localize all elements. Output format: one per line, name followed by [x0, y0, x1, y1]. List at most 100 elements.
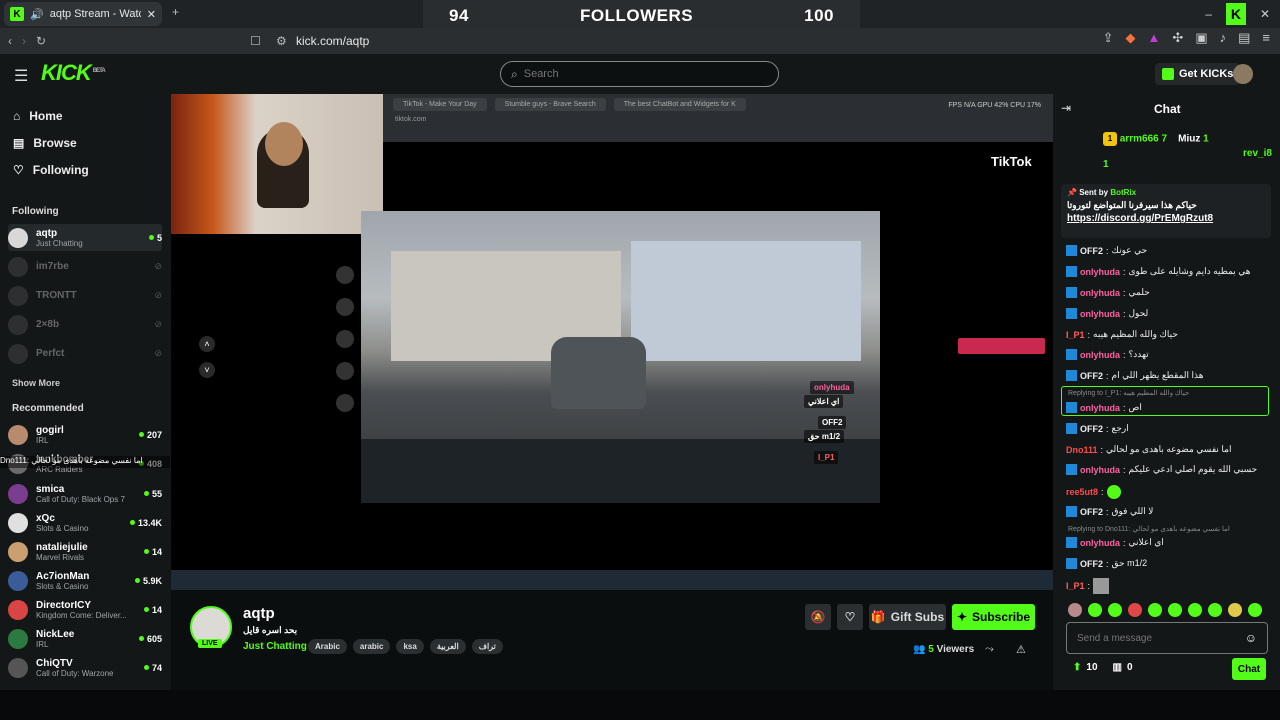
- streamer-head: [265, 122, 303, 166]
- follow-button[interactable]: ♡: [837, 604, 863, 630]
- reload-icon[interactable]: ↻: [36, 34, 46, 48]
- emote-icon[interactable]: [1128, 603, 1142, 617]
- chat-message: I_P1: حياك والله المظيم هيبه: [1066, 329, 1178, 340]
- kick-logo[interactable]: KICK BETA: [41, 60, 106, 86]
- share-icon[interactable]: ⤳: [985, 643, 994, 656]
- gift-leaderboard[interactable]: 1 arrm666 7 Miuz 1 rev_i8 1: [1103, 132, 1280, 170]
- tag[interactable]: العربية: [429, 639, 466, 654]
- nav-following[interactable]: ♡ Following: [13, 163, 89, 177]
- recommended-channel[interactable]: smica Call of Duty: Black Ops 7 55: [8, 480, 162, 507]
- streamer-name[interactable]: aqtp: [243, 605, 275, 622]
- collapse-chat-icon[interactable]: ⇥: [1061, 101, 1071, 115]
- pin-icon: 📌: [1067, 188, 1077, 197]
- share-icon[interactable]: ⇪: [1103, 30, 1114, 46]
- pinned-text: حياكم هذا سيرفرنا المتواضع لتوروتا: [1067, 200, 1197, 210]
- badge-icon: [1066, 370, 1077, 381]
- chat-message: OFF2: حي عونك: [1066, 245, 1147, 256]
- gift-subs-button[interactable]: 🎁 Gift Subs: [869, 604, 946, 630]
- back-icon[interactable]: ‹: [8, 34, 12, 48]
- nav-home[interactable]: ⌂ Home: [13, 109, 63, 123]
- menu-icon[interactable]: ≡: [1262, 30, 1270, 46]
- hamburger-menu-icon[interactable]: ☰: [14, 66, 28, 86]
- share-icon: [336, 394, 354, 412]
- show-more-link[interactable]: Show More: [12, 378, 60, 388]
- avatar: [8, 570, 28, 591]
- emote-icon[interactable]: [1228, 603, 1242, 617]
- recommended-channel[interactable]: DirectorICY Kingdom Come: Deliver... 14: [8, 596, 162, 623]
- search-input[interactable]: [523, 68, 744, 80]
- tag[interactable]: ksa: [396, 639, 424, 654]
- chat-input[interactable]: [1077, 632, 1237, 644]
- recommended-channel[interactable]: NickLee IRL 605: [8, 625, 162, 652]
- profile-icon: [336, 266, 354, 284]
- following-channel-aqtp[interactable]: aqtp Just Chatting 5: [8, 224, 162, 251]
- tag[interactable]: arabic: [352, 639, 391, 654]
- badge-icon: [1066, 266, 1077, 277]
- following-channel-2x8b[interactable]: 2×8b ⊘: [8, 311, 162, 338]
- following-channel-perfct[interactable]: Perfct ⊘: [8, 340, 162, 367]
- wallet-icon[interactable]: ▣: [1195, 30, 1207, 46]
- channel-points[interactable]: 0: [1127, 662, 1133, 673]
- send-chat-button[interactable]: Chat: [1232, 658, 1266, 680]
- recommended-channel[interactable]: ChiQTV Call of Duty: Warzone 74: [8, 654, 162, 681]
- emote-icon[interactable]: [1188, 603, 1202, 617]
- overlay-chat-text: حق m1/2: [804, 430, 845, 443]
- badge-icon: [1066, 537, 1077, 548]
- emote-icon[interactable]: [1108, 603, 1122, 617]
- url-field[interactable]: kick.com/aqtp: [296, 34, 369, 48]
- emote-icon[interactable]: [1088, 603, 1102, 617]
- windows-taskbar: [171, 570, 1053, 590]
- tab-title: aqtp Stream - Watch Live on: [49, 8, 141, 20]
- pinned-link[interactable]: https://discord.gg/PrEMgRzut8: [1067, 213, 1265, 224]
- following-channel-im7rbe[interactable]: im7rbe ⊘: [8, 253, 162, 280]
- emote-icon[interactable]: [1068, 603, 1082, 617]
- home-icon: ⌂: [13, 109, 21, 123]
- recommended-channel[interactable]: nataliejulie Marvel Rivals 14: [8, 538, 162, 565]
- extensions-icon[interactable]: ✣: [1172, 30, 1183, 46]
- emote-bar: [1068, 603, 1262, 617]
- sidebar-toggle-icon[interactable]: ▤: [1238, 30, 1250, 46]
- new-tab-icon[interactable]: +: [172, 5, 179, 19]
- tag[interactable]: تراف: [471, 639, 503, 654]
- recommended-channel[interactable]: gogirl IRL 207: [8, 421, 162, 448]
- tag[interactable]: Arabic: [308, 639, 347, 654]
- user-avatar[interactable]: [1233, 64, 1253, 84]
- bookmark-icon[interactable]: ☐: [250, 34, 261, 48]
- chat-input-box[interactable]: ☺: [1066, 622, 1268, 654]
- chat-message: onlyhuda: اص: [1066, 402, 1142, 413]
- emote-icon[interactable]: [1208, 603, 1222, 617]
- brave-shield-icon[interactable]: ◆: [1126, 30, 1136, 46]
- emote-icon[interactable]: [1168, 603, 1182, 617]
- music-icon[interactable]: ♪: [1220, 30, 1227, 46]
- site-info-icon[interactable]: ⚙: [276, 34, 287, 48]
- avatar: [8, 343, 28, 364]
- recommended-channel[interactable]: xQc Slots & Casino 13.4K: [8, 509, 162, 536]
- star-icon: ✦: [956, 610, 968, 624]
- badge-icon: [1066, 308, 1077, 319]
- chat-message: onlyhuda: حسبي الله يقوم اصلي ادعي عليكم: [1066, 464, 1257, 475]
- notifications-off-button[interactable]: 🔕: [805, 604, 831, 630]
- emote-icon[interactable]: [1248, 603, 1262, 617]
- report-icon[interactable]: ⚠: [1016, 643, 1026, 656]
- offline-icon: ⊘: [154, 290, 162, 300]
- emote-icon[interactable]: [1148, 603, 1162, 617]
- close-tab-icon[interactable]: ✕: [147, 8, 156, 21]
- kicks-balance[interactable]: 10: [1086, 662, 1097, 673]
- minimize-icon[interactable]: –: [1205, 7, 1212, 21]
- rewards-icon[interactable]: ▲: [1148, 30, 1161, 46]
- close-window-icon[interactable]: ✕: [1260, 7, 1270, 21]
- emoji-picker-icon[interactable]: ☺: [1245, 631, 1257, 645]
- screen-tab: The best ChatBot and Widgets for K: [613, 98, 746, 111]
- nav-browse[interactable]: ▤ Browse: [13, 136, 77, 150]
- recommended-channel[interactable]: Ac7ionMan Slots & Casino 5.9K: [8, 567, 162, 594]
- screen-tab: Stumble guys - Brave Search: [494, 98, 606, 111]
- following-channel-trontt[interactable]: TRONTT ⊘: [8, 282, 162, 309]
- browser-tab[interactable]: K 🔊 aqtp Stream - Watch Live on ✕: [4, 2, 162, 26]
- subscribe-button[interactable]: ✦ Subscribe: [952, 604, 1035, 630]
- search-bar[interactable]: ⌕: [500, 61, 779, 87]
- category-link[interactable]: Just Chatting: [243, 641, 307, 652]
- forward-icon[interactable]: ›: [22, 34, 26, 48]
- get-kicks-button[interactable]: Get KICKs: [1155, 63, 1241, 85]
- car: [551, 337, 646, 409]
- dashboard: [361, 439, 880, 503]
